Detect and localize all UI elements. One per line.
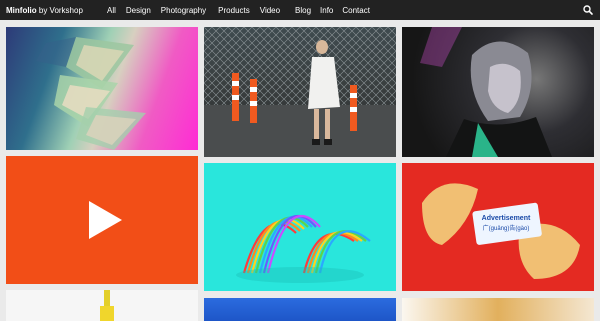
nav-contact[interactable]: Contact [342, 6, 370, 15]
brand-name[interactable]: Minfolio [6, 6, 37, 15]
filter-photography[interactable]: Photography [161, 6, 206, 15]
play-icon[interactable] [6, 156, 198, 284]
ad-label: Advertisement 广(guǎng)告(gào) [480, 215, 532, 232]
filter-nav: All Design Photography Products Video [107, 6, 280, 15]
ad-subtitle: 广(guǎng)告(gào) [482, 226, 530, 232]
portfolio-item-geometric-art[interactable] [6, 27, 198, 150]
nav-blog[interactable]: Blog [295, 6, 311, 15]
portfolio-item-portrait[interactable] [402, 27, 594, 157]
portfolio-item-fortune-cookie[interactable]: Advertisement 广(guǎng)告(gào) [402, 163, 594, 291]
portfolio-item-bottle[interactable] [6, 290, 198, 321]
filter-products[interactable]: Products [218, 6, 250, 15]
portfolio-grid: Advertisement 广(guǎng)告(gào) [0, 20, 600, 321]
portfolio-item-fashion-photo[interactable] [204, 27, 396, 157]
site-brand[interactable]: Minfolio by Vorkshop [6, 6, 83, 15]
search-icon[interactable] [582, 4, 594, 16]
portfolio-item-blue-wall[interactable] [204, 298, 396, 321]
top-navigation-bar: Minfolio by Vorkshop All Design Photogra… [0, 0, 600, 20]
portfolio-item-video[interactable] [6, 156, 198, 284]
filter-design[interactable]: Design [126, 6, 151, 15]
portfolio-item-slinky[interactable] [204, 163, 396, 291]
filter-all[interactable]: All [107, 6, 116, 15]
nav-info[interactable]: Info [320, 6, 333, 15]
portfolio-item-warm-interior[interactable] [402, 298, 594, 321]
brand-suffix[interactable]: by Vorkshop [37, 6, 83, 15]
page-nav: Blog Info Contact [295, 6, 370, 15]
filter-video[interactable]: Video [260, 6, 280, 15]
ad-title: Advertisement [481, 215, 531, 222]
